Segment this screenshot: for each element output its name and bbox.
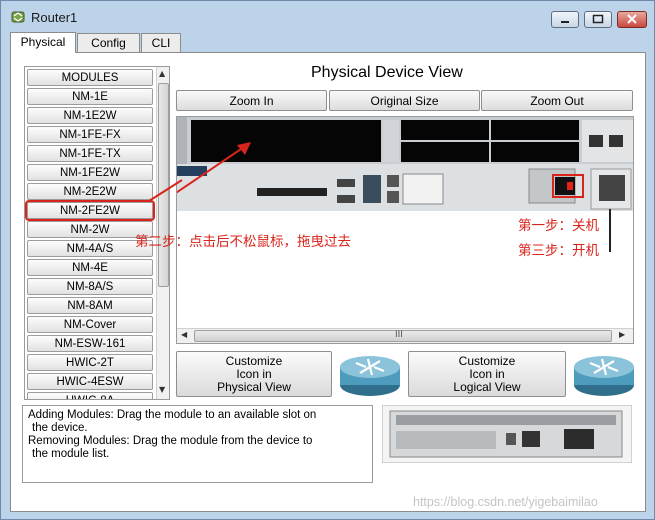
maximize-button[interactable] bbox=[584, 11, 612, 28]
original-size-button[interactable]: Original Size bbox=[329, 90, 480, 111]
zoom-in-button[interactable]: Zoom In bbox=[176, 90, 327, 111]
scroll-down-icon[interactable]: ▼ bbox=[159, 385, 165, 394]
minimize-icon bbox=[561, 21, 569, 23]
maximize-icon bbox=[592, 14, 604, 24]
close-button[interactable] bbox=[617, 11, 647, 28]
zoom-out-button[interactable]: Zoom Out bbox=[481, 90, 633, 111]
customize-logical-button[interactable]: Customize Icon in Logical View bbox=[408, 351, 566, 397]
watermark: https://blog.csdn.net/yigebaimilao bbox=[413, 495, 598, 509]
customize-physical-button[interactable]: Customize Icon in Physical View bbox=[176, 351, 332, 397]
annotation-step2: 第二步：点击后不松鼠标，拖曳过去 bbox=[135, 234, 351, 250]
title-bar: Router1 bbox=[1, 1, 654, 31]
router-logical-icon bbox=[574, 356, 634, 396]
tab-cli[interactable]: CLI bbox=[141, 33, 181, 52]
router-physical-icon bbox=[340, 356, 400, 396]
help-line: Adding Modules: Drag the module to an av… bbox=[28, 409, 317, 421]
physical-view-title: Physical Device View bbox=[311, 64, 463, 81]
button-line: Physical View bbox=[217, 380, 291, 394]
help-text-box: Adding Modules: Drag the module to an av… bbox=[22, 405, 373, 483]
tab-physical[interactable]: Physical bbox=[10, 32, 76, 53]
annotation-step1: 第一步：关机 bbox=[518, 218, 599, 234]
module-item[interactable]: NM-1FE-FX bbox=[27, 126, 153, 143]
module-item[interactable]: NM-1E2W bbox=[27, 107, 153, 124]
module-item[interactable]: NM-1E bbox=[27, 88, 153, 105]
module-item[interactable]: NM-4E bbox=[27, 259, 153, 276]
drag-arrow-tail bbox=[148, 179, 183, 202]
tab-config[interactable]: Config bbox=[77, 33, 140, 52]
scroll-left-icon[interactable]: ◀ bbox=[181, 330, 187, 339]
help-line: the device. bbox=[32, 422, 88, 434]
module-item[interactable]: HWIC-2T bbox=[27, 354, 153, 371]
scroll-up-icon[interactable]: ▲ bbox=[159, 69, 165, 78]
module-item[interactable]: HWIC-4ESW bbox=[27, 373, 153, 390]
device-view-scroll-thumb[interactable]: III bbox=[194, 330, 612, 342]
module-item[interactable]: HWIC-8A bbox=[27, 392, 153, 399]
module-item[interactable]: NM-Cover bbox=[27, 316, 153, 333]
minimize-button[interactable] bbox=[551, 11, 579, 28]
module-item[interactable]: NM-1FE-TX bbox=[27, 145, 153, 162]
module-preview-image bbox=[382, 405, 632, 463]
device-view-hscrollbar[interactable]: ◀ III ▶ bbox=[177, 328, 633, 343]
router-window: Router1 Physical Config CLI MODULES NM-1… bbox=[0, 0, 655, 520]
modules-header: MODULES bbox=[27, 69, 153, 86]
annotation-step3: 第三步：开机 bbox=[518, 243, 599, 259]
module-item[interactable]: NM-8A/S bbox=[27, 278, 153, 295]
close-icon bbox=[627, 14, 637, 24]
module-item[interactable]: NM-ESW-161 bbox=[27, 335, 153, 352]
help-line: the module list. bbox=[32, 448, 110, 460]
module-item[interactable]: NM-8AM bbox=[27, 297, 153, 314]
router-app-icon bbox=[11, 11, 25, 23]
physical-tab-panel: MODULES NM-1E NM-1E2W NM-1FE-FX NM-1FE-T… bbox=[10, 52, 646, 512]
window-title: Router1 bbox=[31, 10, 78, 25]
module-item-selected[interactable]: NM-2FE2W bbox=[25, 200, 155, 221]
scroll-right-icon[interactable]: ▶ bbox=[619, 330, 625, 339]
button-line: Logical View bbox=[453, 380, 521, 394]
help-line: Removing Modules: Drag the module from t… bbox=[28, 435, 313, 447]
scroll-grip: III bbox=[395, 330, 403, 340]
